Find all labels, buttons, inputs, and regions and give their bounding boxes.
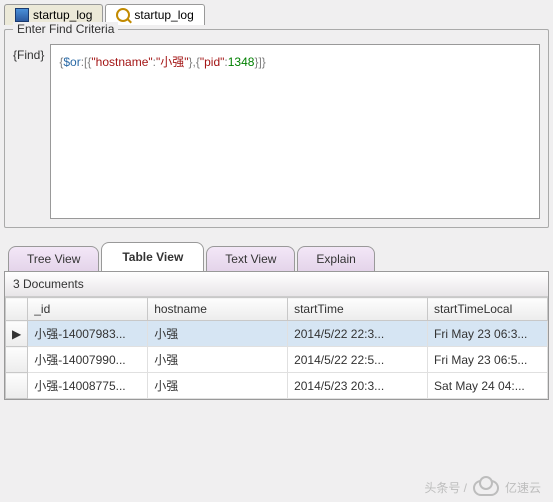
table-row[interactable]: 小强-14007990...小强2014/5/22 22:5...Fri May… xyxy=(6,347,548,373)
cell-startTimeLocal[interactable]: Sat May 24 04:... xyxy=(428,373,548,399)
row-header-corner[interactable] xyxy=(6,298,28,321)
results-table: _id hostname startTime startTimeLocal ▶小… xyxy=(5,297,548,399)
tab-startup-log-search[interactable]: startup_log xyxy=(105,4,204,25)
view-tab-bar: Tree View Table View Text View Explain xyxy=(8,242,553,271)
cell-_id[interactable]: 小强-14007983... xyxy=(28,321,148,347)
results-panel: 3 Documents _id hostname startTime start… xyxy=(4,271,549,400)
column-header-id[interactable]: _id xyxy=(28,298,148,321)
cell-_id[interactable]: 小强-14007990... xyxy=(28,347,148,373)
row-marker[interactable] xyxy=(6,347,28,373)
table-row[interactable]: ▶小强-14007983...小强2014/5/22 22:3...Fri Ma… xyxy=(6,321,548,347)
watermark: 头条号 / 亿速云 xyxy=(424,479,541,496)
cloud-icon xyxy=(473,480,499,496)
query-token: :[{ xyxy=(81,55,92,69)
cell-startTime[interactable]: 2014/5/22 22:5... xyxy=(288,347,428,373)
tab-explain[interactable]: Explain xyxy=(297,246,374,271)
cell-startTime[interactable]: 2014/5/23 20:3... xyxy=(288,373,428,399)
tab-table-view[interactable]: Table View xyxy=(101,242,204,271)
cell-hostname[interactable]: 小强 xyxy=(148,321,288,347)
cell-startTimeLocal[interactable]: Fri May 23 06:3... xyxy=(428,321,548,347)
table-row[interactable]: 小强-14008775...小强2014/5/23 20:3...Sat May… xyxy=(6,373,548,399)
cell-hostname[interactable]: 小强 xyxy=(148,373,288,399)
query-token: "hostname" xyxy=(91,55,152,69)
column-header-starttime[interactable]: startTime xyxy=(288,298,428,321)
find-label: {Find} xyxy=(13,44,44,62)
query-token: "pid" xyxy=(200,55,225,69)
column-header-hostname[interactable]: hostname xyxy=(148,298,288,321)
query-token: }]} xyxy=(254,55,265,69)
magnifier-icon xyxy=(116,8,130,22)
row-marker[interactable] xyxy=(6,373,28,399)
document-icon xyxy=(15,8,29,22)
cell-_id[interactable]: 小强-14008775... xyxy=(28,373,148,399)
watermark-text: 头条号 / xyxy=(424,479,467,496)
find-criteria-fieldset: Enter Find Criteria {Find} {$or:[{"hostn… xyxy=(4,29,549,228)
query-token: },{ xyxy=(189,55,200,69)
cell-startTimeLocal[interactable]: Fri May 23 06:5... xyxy=(428,347,548,373)
query-token: $or xyxy=(63,55,80,69)
cell-startTime[interactable]: 2014/5/22 22:3... xyxy=(288,321,428,347)
watermark-brand: 亿速云 xyxy=(505,479,541,496)
tab-tree-view[interactable]: Tree View xyxy=(8,246,99,271)
documents-header: 3 Documents xyxy=(5,272,548,297)
tab-text-view[interactable]: Text View xyxy=(206,246,295,271)
tab-label: startup_log xyxy=(134,8,193,22)
tab-label: startup_log xyxy=(33,8,92,22)
fieldset-legend: Enter Find Criteria xyxy=(13,22,118,36)
column-header-starttimelocal[interactable]: startTimeLocal xyxy=(428,298,548,321)
cell-hostname[interactable]: 小强 xyxy=(148,347,288,373)
query-token: 1348 xyxy=(228,55,255,69)
find-query-input[interactable]: {$or:[{"hostname":"小强"},{"pid":1348}]} xyxy=(50,44,540,219)
query-token: "小强" xyxy=(156,55,189,69)
row-marker[interactable]: ▶ xyxy=(6,321,28,347)
